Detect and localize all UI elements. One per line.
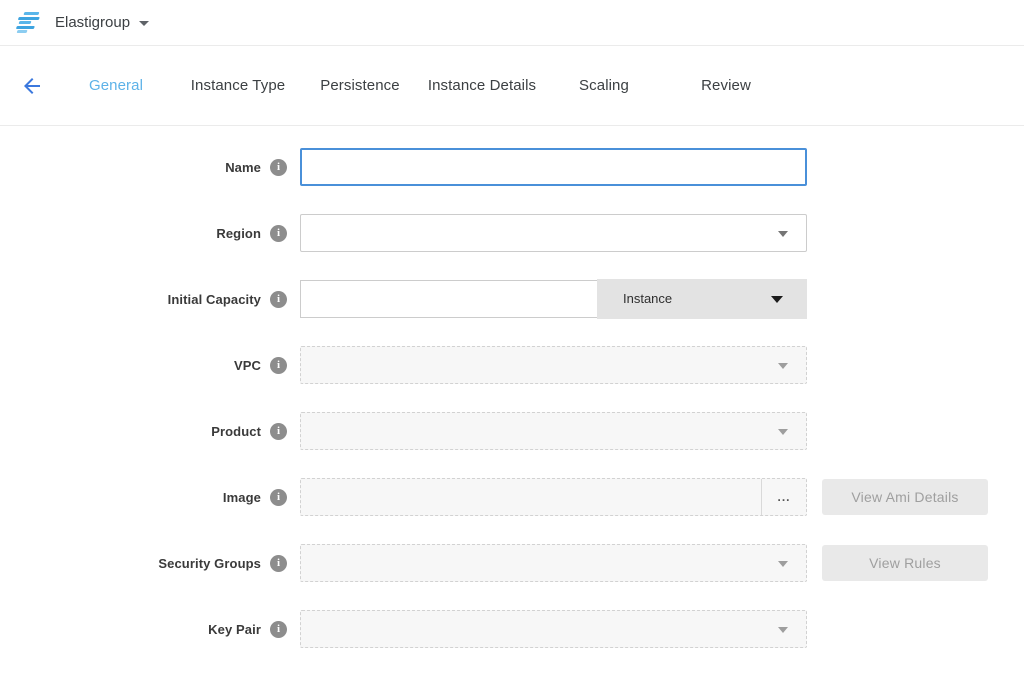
view-ami-details-button[interactable]: View Ami Details [822,479,988,515]
key-pair-select [300,610,807,648]
general-settings-form: Name Region Initial Capacity Instanc [0,126,1024,648]
region-label: Region [216,226,261,241]
tab-general[interactable]: General [55,77,177,94]
info-icon[interactable] [270,423,287,440]
info-icon[interactable] [270,291,287,308]
form-row-image: Image ... View Ami Details [0,478,1024,516]
tab-instance-type[interactable]: Instance Type [177,77,299,94]
tab-persistence[interactable]: Persistence [299,77,421,94]
initial-capacity-input[interactable] [300,280,597,318]
chevron-down-icon [778,231,788,237]
image-browse-button[interactable]: ... [761,479,806,515]
wizard-tabs: General Instance Type Persistence Instan… [55,77,787,94]
chevron-down-icon [778,429,788,435]
capacity-unit-value: Instance [623,291,672,306]
product-label: Product [211,424,261,439]
tab-review[interactable]: Review [665,77,787,94]
info-icon[interactable] [270,159,287,176]
topbar: Elastigroup [0,0,1024,46]
info-icon[interactable] [270,555,287,572]
chevron-down-icon [778,363,788,369]
form-row-initial-capacity: Initial Capacity Instance [0,280,1024,318]
info-icon[interactable] [270,621,287,638]
app-switcher-label[interactable]: Elastigroup [55,14,130,31]
vpc-select [300,346,807,384]
initial-capacity-label: Initial Capacity [168,292,261,307]
caret-down-icon[interactable] [139,21,149,26]
key-pair-label: Key Pair [208,622,261,637]
info-icon[interactable] [270,489,287,506]
wizard-tabbar: General Instance Type Persistence Instan… [0,46,1024,126]
tab-scaling[interactable]: Scaling [543,77,665,94]
form-row-region: Region [0,214,1024,252]
region-select[interactable] [300,214,807,252]
security-groups-label: Security Groups [158,556,261,571]
elastigroup-logo-icon [13,12,46,33]
form-row-vpc: VPC [0,346,1024,384]
chevron-down-icon [778,627,788,633]
back-button[interactable] [18,72,46,100]
form-row-product: Product [0,412,1024,450]
product-select [300,412,807,450]
form-row-security-groups: Security Groups View Rules [0,544,1024,582]
caret-down-icon [771,296,783,303]
image-input [301,479,761,515]
vpc-label: VPC [234,358,261,373]
name-label: Name [225,160,261,175]
image-input-wrap: ... [300,478,807,516]
form-row-key-pair: Key Pair [0,610,1024,648]
chevron-down-icon [778,561,788,567]
info-icon[interactable] [270,225,287,242]
image-label: Image [223,490,261,505]
name-input[interactable] [300,148,807,186]
view-rules-button[interactable]: View Rules [822,545,988,581]
tab-instance-details[interactable]: Instance Details [421,77,543,94]
info-icon[interactable] [270,357,287,374]
capacity-unit-select[interactable]: Instance [597,279,807,319]
back-arrow-icon [20,74,44,98]
security-groups-select [300,544,807,582]
form-row-name: Name [0,148,1024,186]
